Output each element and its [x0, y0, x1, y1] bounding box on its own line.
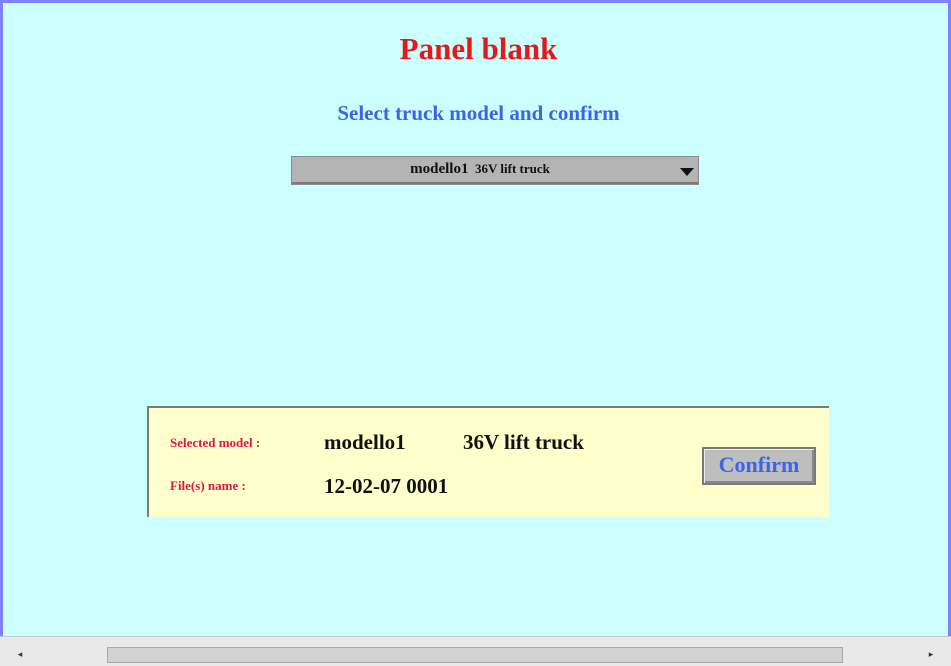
truck-model-select[interactable]: modello1 36V lift truck: [291, 156, 699, 185]
scroll-left-icon[interactable]: ◂: [12, 647, 28, 663]
selected-model-value: modello1: [324, 430, 406, 454]
truck-model-select-value: modello1 36V lift truck: [292, 161, 668, 178]
selected-model-description: 36V lift truck: [463, 430, 584, 454]
horizontal-scrollbar[interactable]: ◂ ▸: [0, 636, 951, 666]
file-name-label: File(s) name :: [170, 478, 246, 493]
file-name-value: 12-02-07 0001: [324, 474, 449, 498]
page-title: Panel blank: [399, 31, 558, 66]
dropdown-arrow-icon[interactable]: [680, 168, 694, 176]
selection-summary-panel: Selected model : modello1 36V lift truck…: [147, 406, 829, 517]
scrollbar-thumb[interactable]: [107, 647, 843, 663]
scroll-right-icon[interactable]: ▸: [923, 647, 939, 663]
page-subtitle: Select truck model and confirm: [337, 101, 620, 125]
truck-model-code: modello1: [410, 161, 469, 177]
page-frame: Panel blank Select truck model and confi…: [0, 0, 951, 639]
confirm-button[interactable]: Confirm: [702, 447, 816, 485]
selected-model-label: Selected model :: [170, 435, 261, 450]
truck-model-description: 36V lift truck: [474, 161, 550, 176]
